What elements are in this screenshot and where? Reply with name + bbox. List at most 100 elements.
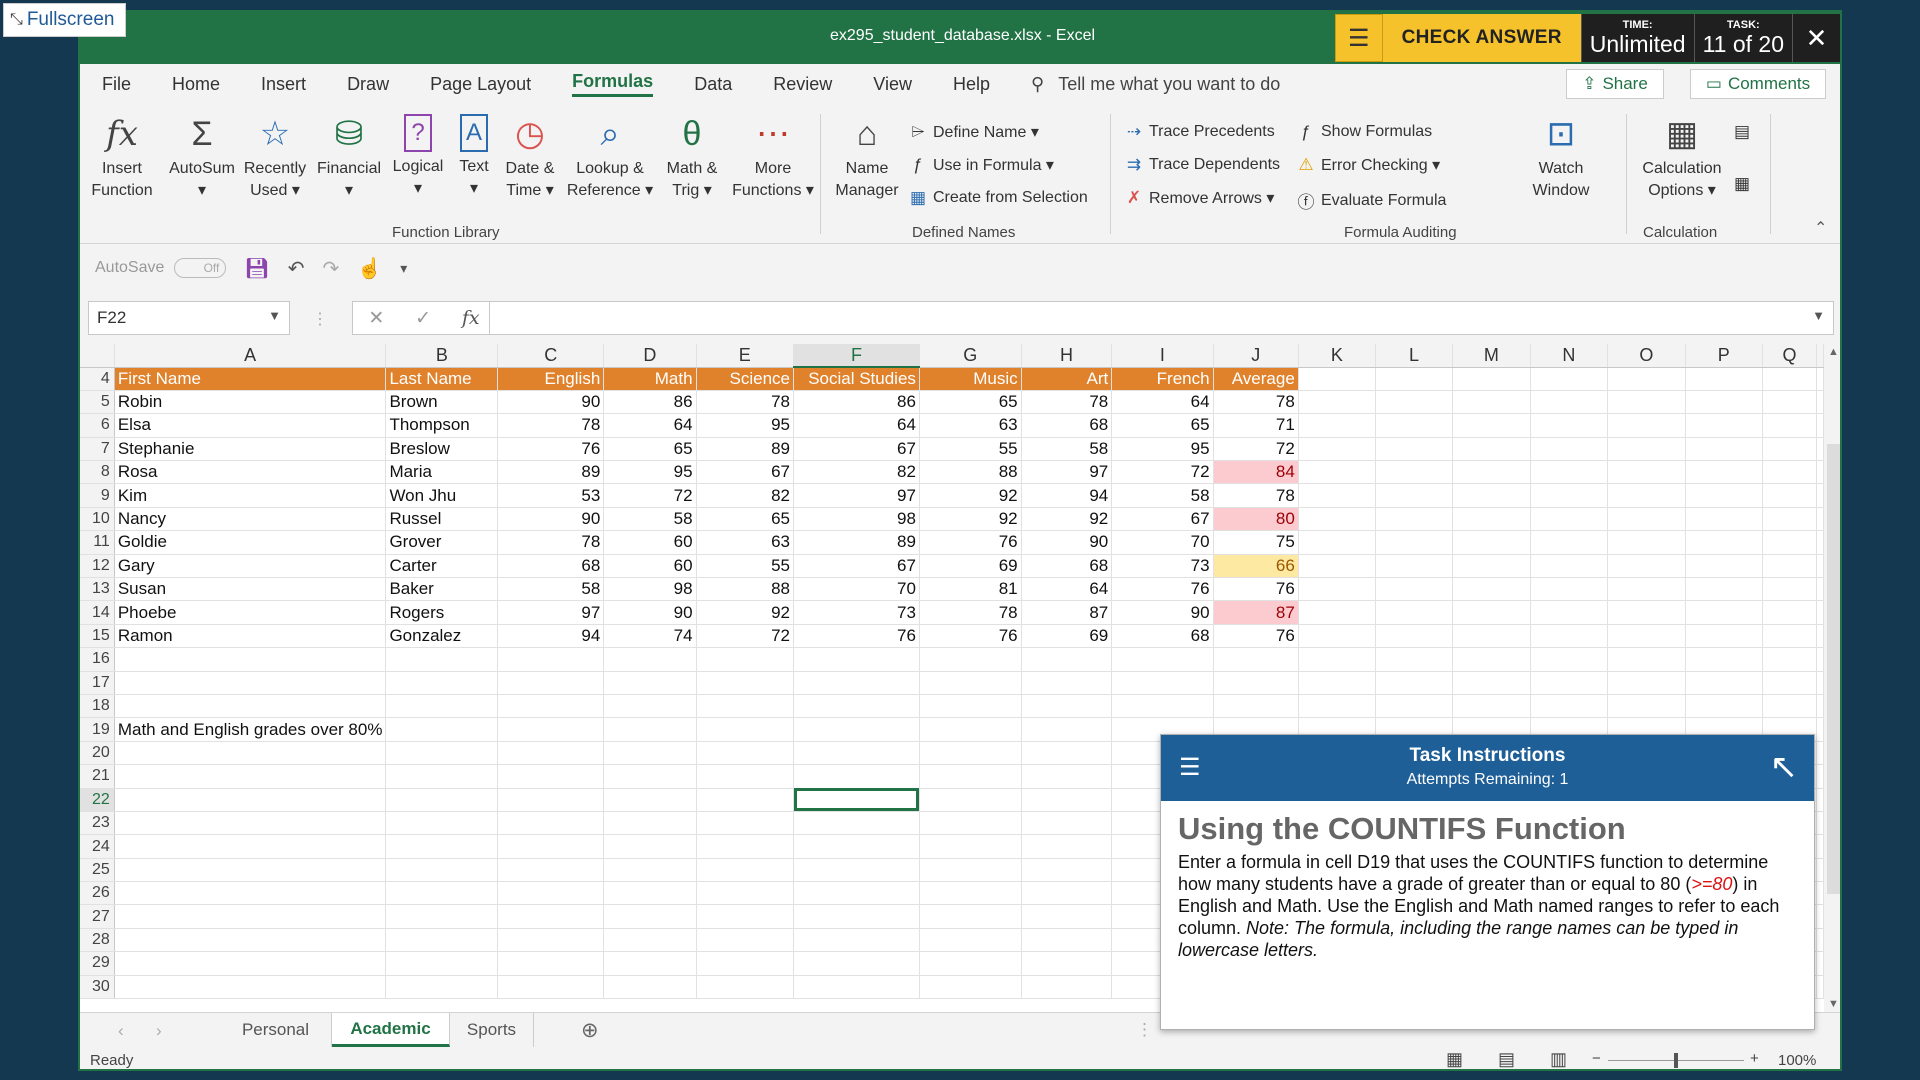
cell-q4[interactable]: [1762, 367, 1818, 391]
row-header[interactable]: 13: [80, 577, 115, 602]
cell-k7[interactable]: [1298, 437, 1377, 462]
cell-d7[interactable]: 65: [603, 437, 697, 462]
cell-j8[interactable]: 84: [1213, 460, 1299, 485]
cell-a6[interactable]: Elsa: [114, 413, 387, 438]
cell-c15[interactable]: 94: [497, 624, 605, 649]
cell-q7[interactable]: [1762, 437, 1818, 462]
define-name-button[interactable]: ⌲ Define Name ▾: [908, 122, 1039, 142]
tell-me-search[interactable]: ⚲ Tell me what you want to do: [1031, 74, 1280, 95]
cell-d27[interactable]: [603, 904, 697, 929]
cell-o11[interactable]: [1607, 530, 1686, 555]
cell-j10[interactable]: 80: [1213, 507, 1299, 532]
cell-b14[interactable]: Rogers: [385, 600, 499, 625]
row-header[interactable]: 21: [80, 764, 115, 789]
cell-c23[interactable]: [497, 811, 605, 836]
cell-p18[interactable]: [1685, 694, 1763, 719]
row-header[interactable]: 9: [80, 483, 115, 508]
cell-b21[interactable]: [385, 764, 499, 789]
cell-m7[interactable]: [1452, 437, 1531, 462]
cell-b9[interactable]: Won Jhu: [385, 483, 499, 508]
cell-h12[interactable]: 68: [1021, 554, 1113, 579]
cell-q18[interactable]: [1762, 694, 1818, 719]
cell-a13[interactable]: Susan: [114, 577, 387, 602]
cell-c18[interactable]: [497, 694, 605, 719]
cell-c21[interactable]: [497, 764, 605, 789]
cell-f28[interactable]: [793, 928, 920, 953]
insert-function-button[interactable]: fx Insert Function: [88, 114, 156, 202]
cell-c29[interactable]: [497, 951, 605, 976]
cell-n15[interactable]: [1530, 624, 1609, 649]
close-button[interactable]: ✕: [1792, 14, 1840, 62]
cell-j15[interactable]: 76: [1213, 624, 1299, 649]
cell-g27[interactable]: [919, 904, 1022, 929]
collapse-ribbon-button[interactable]: ⌃: [1814, 218, 1827, 238]
cell-f14[interactable]: 73: [793, 600, 920, 625]
cell-q14[interactable]: [1762, 600, 1818, 625]
cell-j9[interactable]: 78: [1213, 483, 1299, 508]
cell-m4[interactable]: [1452, 367, 1531, 391]
label-cell[interactable]: Math and English grades over 80%: [114, 717, 387, 742]
cell-c17[interactable]: [497, 671, 605, 695]
cell-i7[interactable]: 95: [1111, 437, 1214, 462]
header-cell[interactable]: Art: [1021, 367, 1113, 391]
cell-g26[interactable]: [919, 881, 1022, 906]
cell-c19[interactable]: [497, 717, 605, 742]
cell-q12[interactable]: [1762, 554, 1818, 579]
cell-k11[interactable]: [1298, 530, 1377, 555]
cell-f5[interactable]: 86: [793, 390, 920, 415]
tab-page-layout[interactable]: Page Layout: [430, 74, 531, 95]
cell-i17[interactable]: [1111, 671, 1214, 695]
row-header[interactable]: 26: [80, 881, 115, 906]
cell-d23[interactable]: [603, 811, 697, 836]
cell-f12[interactable]: 67: [793, 554, 920, 579]
row-header[interactable]: 14: [80, 600, 115, 625]
header-cell[interactable]: Science: [696, 367, 795, 391]
cell-f26[interactable]: [793, 881, 920, 906]
sheet-tab-personal[interactable]: Personal: [220, 1013, 332, 1047]
cell-a5[interactable]: Robin: [114, 390, 387, 415]
cell-g17[interactable]: [919, 671, 1022, 695]
cell-c25[interactable]: [497, 858, 605, 883]
column-header-q[interactable]: Q: [1762, 344, 1818, 368]
row-header[interactable]: 12: [80, 554, 115, 579]
cell-m17[interactable]: [1452, 671, 1531, 695]
row-header[interactable]: 17: [80, 671, 115, 695]
cell-c13[interactable]: 58: [497, 577, 605, 602]
header-cell[interactable]: Average: [1213, 367, 1299, 391]
tab-data[interactable]: Data: [694, 74, 732, 95]
cell-g13[interactable]: 81: [919, 577, 1022, 602]
cell-a30[interactable]: [114, 975, 387, 1000]
cell-d30[interactable]: [603, 975, 697, 1000]
cell-d21[interactable]: [603, 764, 697, 789]
cell-d20[interactable]: [603, 741, 697, 766]
tab-formulas[interactable]: Formulas: [572, 71, 654, 97]
cell-d25[interactable]: [603, 858, 697, 883]
cell-o4[interactable]: [1607, 367, 1686, 391]
tab-review[interactable]: Review: [773, 74, 832, 95]
cell-i9[interactable]: 58: [1111, 483, 1214, 508]
cell-e27[interactable]: [696, 904, 795, 929]
page-break-view-icon[interactable]: ▥: [1550, 1049, 1567, 1069]
cell-h17[interactable]: [1021, 671, 1113, 695]
cell-k8[interactable]: [1298, 460, 1377, 485]
cell-c24[interactable]: [497, 834, 605, 859]
cell-g8[interactable]: 88: [919, 460, 1022, 485]
cell-n17[interactable]: [1530, 671, 1609, 695]
cell-b12[interactable]: Carter: [385, 554, 499, 579]
cell-n8[interactable]: [1530, 460, 1609, 485]
cell-e8[interactable]: 67: [696, 460, 795, 485]
cell-h6[interactable]: 68: [1021, 413, 1113, 438]
financial-button[interactable]: ⛁ Financial ▾: [314, 114, 384, 202]
cell-l8[interactable]: [1375, 460, 1453, 485]
cell-a29[interactable]: [114, 951, 387, 976]
cell-e16[interactable]: [696, 647, 795, 672]
cell-i15[interactable]: 68: [1111, 624, 1214, 649]
column-header-e[interactable]: E: [696, 344, 795, 368]
logical-button[interactable]: ? Logical ▾: [388, 114, 448, 200]
cell-c16[interactable]: [497, 647, 605, 672]
cell-c30[interactable]: [497, 975, 605, 1000]
evaluate-formula-button[interactable]: ⓕ Evaluate Formula: [1296, 188, 1447, 213]
cell-n12[interactable]: [1530, 554, 1609, 579]
cell-p4[interactable]: [1685, 367, 1763, 391]
column-header-h[interactable]: H: [1021, 344, 1113, 368]
